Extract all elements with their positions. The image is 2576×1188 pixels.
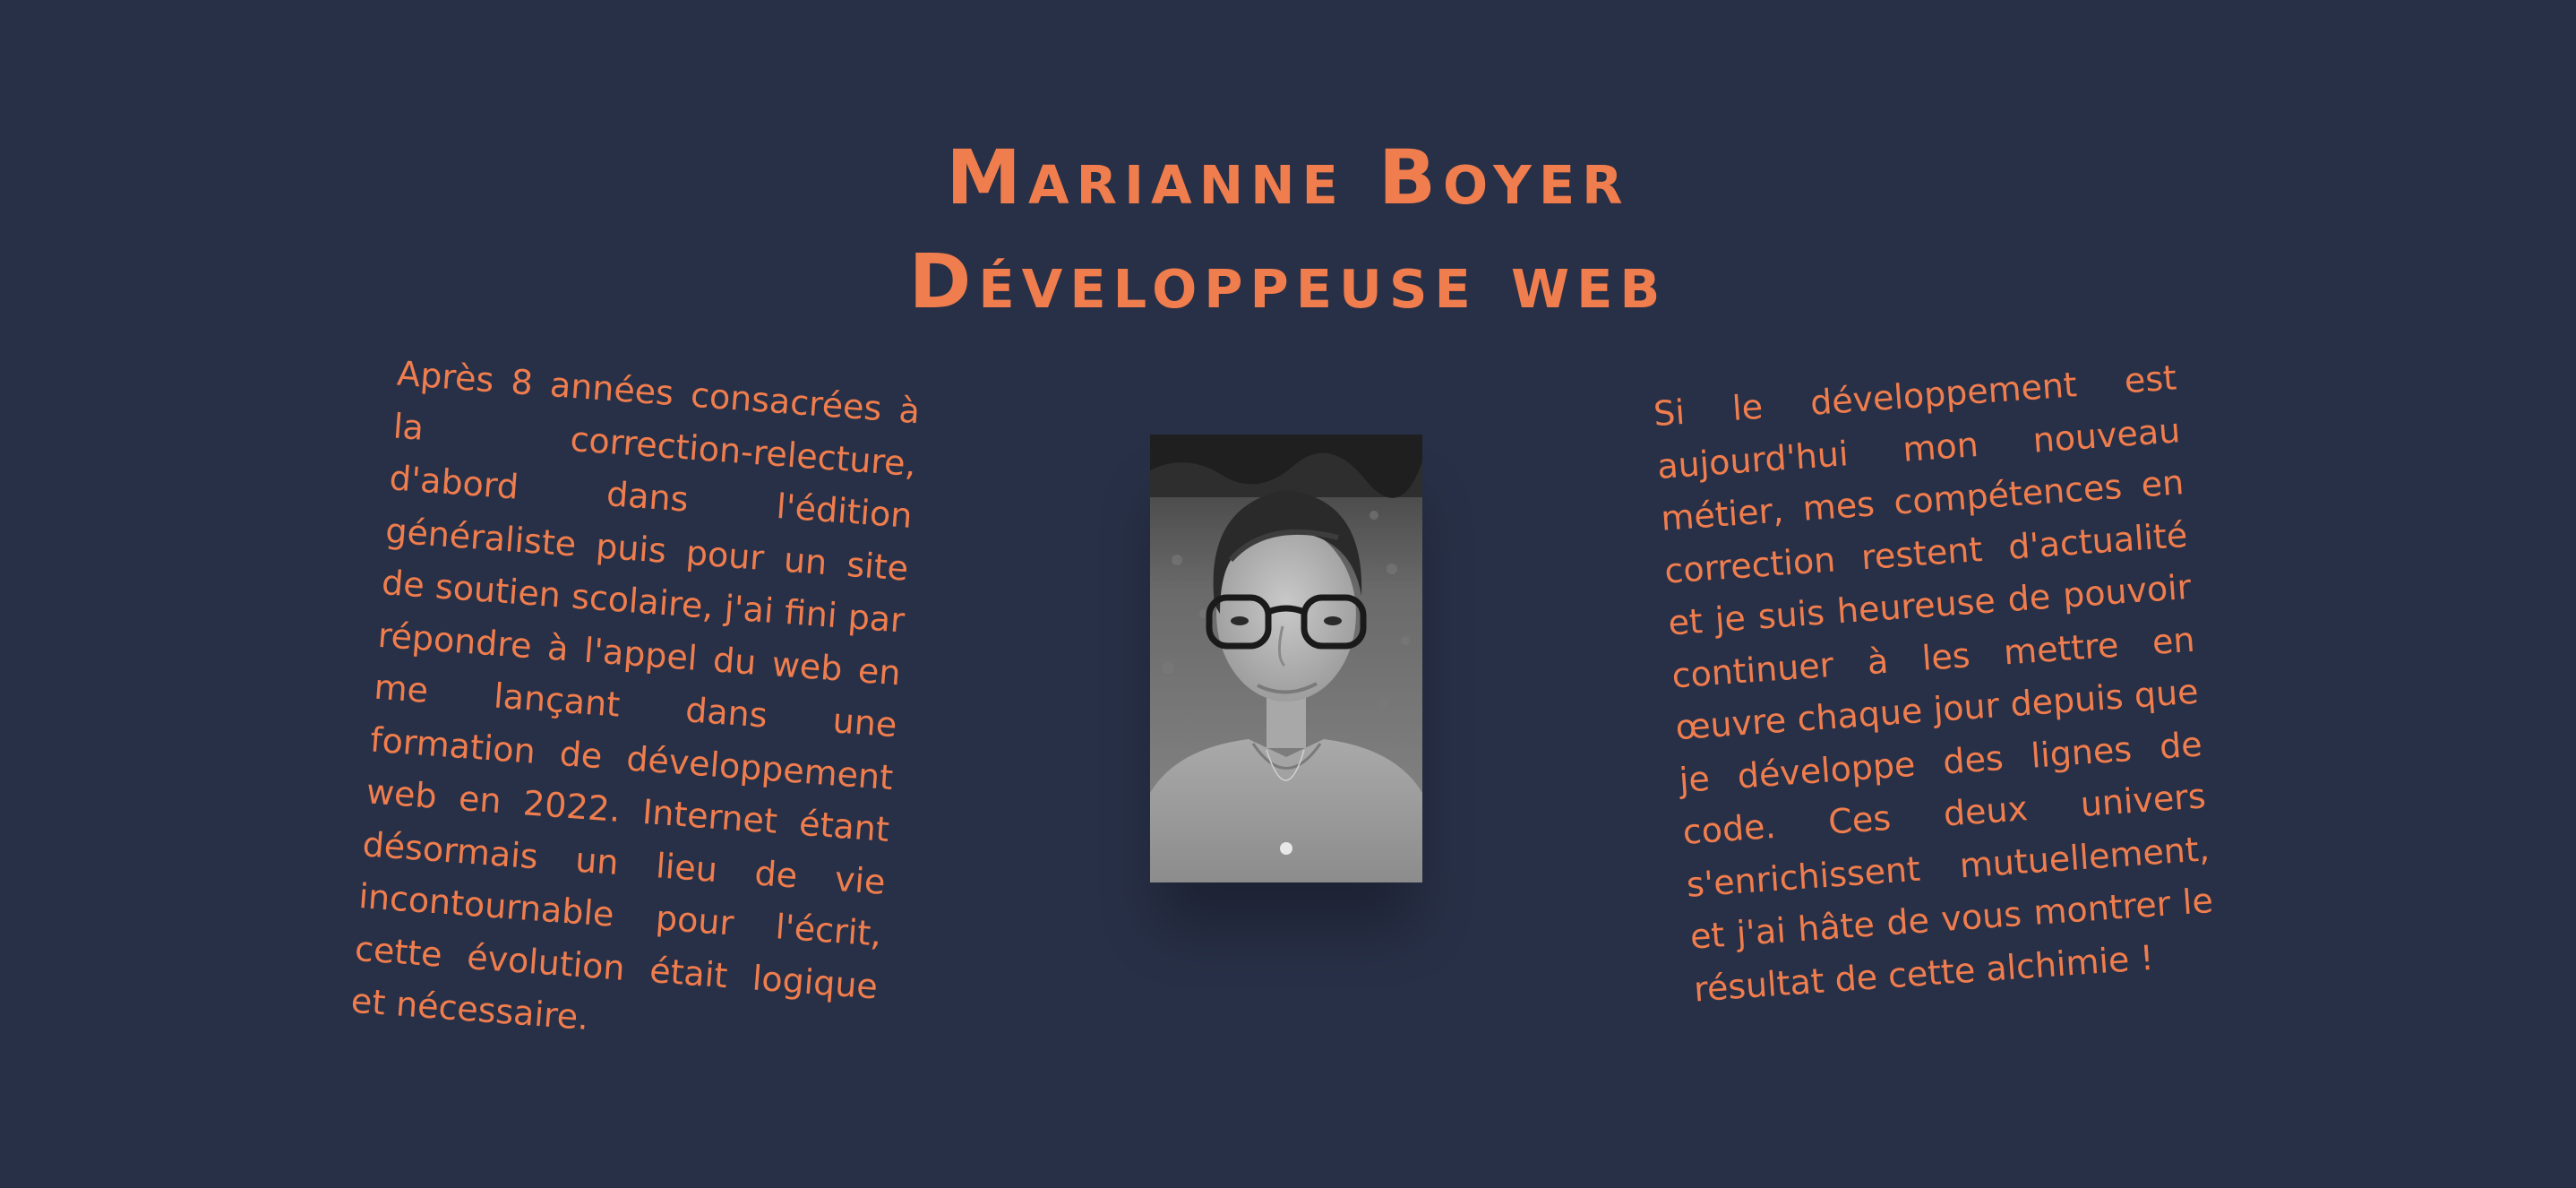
portrait-illustration [1150, 435, 1422, 882]
intro-text-left: Après 8 années consacrées à la correctio… [349, 353, 922, 1038]
intro-text-right: Si le développement est aujourd'hui mon … [1652, 357, 2215, 1010]
page-header: Marianne Boyer Développeuse web [0, 125, 2576, 333]
portrait-photo [1150, 435, 1422, 882]
page-title-name: Marianne Boyer [946, 133, 1630, 221]
page-title-role: Développeuse web [908, 237, 1668, 325]
